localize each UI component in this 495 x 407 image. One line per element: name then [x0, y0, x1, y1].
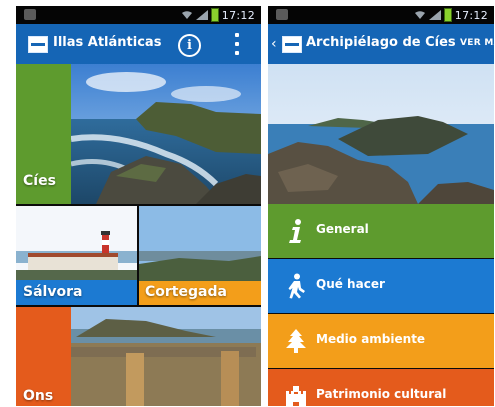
page-title: Archipiélago de Cíes	[306, 35, 456, 50]
menu-item-label: Patrimonio cultural	[316, 387, 447, 401]
overflow-menu-button[interactable]	[233, 33, 241, 55]
tree-icon	[286, 329, 306, 353]
signal-icon	[195, 10, 208, 20]
status-time: 17:12	[454, 8, 488, 22]
app-logo-icon[interactable]	[282, 36, 302, 53]
notification-icon	[24, 9, 36, 20]
menu-item-general[interactable]: General	[268, 204, 494, 258]
hiker-icon	[288, 273, 305, 299]
castle-icon	[286, 386, 306, 406]
app-title: Illas Atlánticas	[53, 35, 162, 50]
cies-hero-image	[268, 64, 494, 204]
battery-icon	[210, 8, 219, 22]
info-button[interactable]: i	[178, 34, 201, 57]
tile-label: Cíes	[23, 173, 56, 189]
status-time: 17:12	[221, 8, 255, 22]
app-logo-icon	[28, 36, 48, 53]
menu-item-patrimonio-cultural[interactable]: Patrimonio cultural	[268, 369, 494, 406]
wifi-icon	[181, 11, 192, 19]
hero-photo	[268, 64, 494, 204]
battery-icon	[443, 8, 452, 22]
menu-item-label: Medio ambiente	[316, 332, 426, 346]
left-phone-screen: 17:12 Illas Atlánticas i Cíes Sálvora Co…	[16, 6, 261, 406]
tile-ons[interactable]: Ons	[16, 307, 261, 406]
view-map-button[interactable]: VER MA	[460, 38, 494, 48]
notification-icon	[276, 9, 288, 20]
status-bar: 17:12	[16, 6, 261, 24]
menu-item-label: Qué hacer	[316, 277, 385, 291]
tile-label: Cortegada	[145, 284, 227, 300]
tile-label: Ons	[23, 388, 54, 404]
back-chevron-icon[interactable]: ‹	[271, 37, 277, 51]
app-bar: Illas Atlánticas i	[16, 24, 261, 64]
signal-icon	[428, 10, 441, 20]
menu-item-medio-ambiente[interactable]: Medio ambiente	[268, 314, 494, 368]
menu-item-label: General	[316, 222, 369, 236]
tile-cies[interactable]: Cíes	[16, 64, 261, 204]
status-bar: 17:12	[268, 6, 494, 24]
tile-cortegada[interactable]: Cortegada	[139, 206, 261, 305]
tile-salvora[interactable]: Sálvora	[16, 206, 137, 305]
menu-item-que-hacer[interactable]: Qué hacer	[268, 259, 494, 313]
wifi-icon	[414, 11, 425, 19]
tile-label: Sálvora	[23, 284, 83, 300]
app-bar: ‹ Archipiélago de Cíes VER MA	[268, 24, 494, 64]
right-phone-screen: 17:12 ‹ Archipiélago de Cíes VER MA Gene…	[268, 6, 494, 406]
info-icon	[289, 219, 301, 243]
